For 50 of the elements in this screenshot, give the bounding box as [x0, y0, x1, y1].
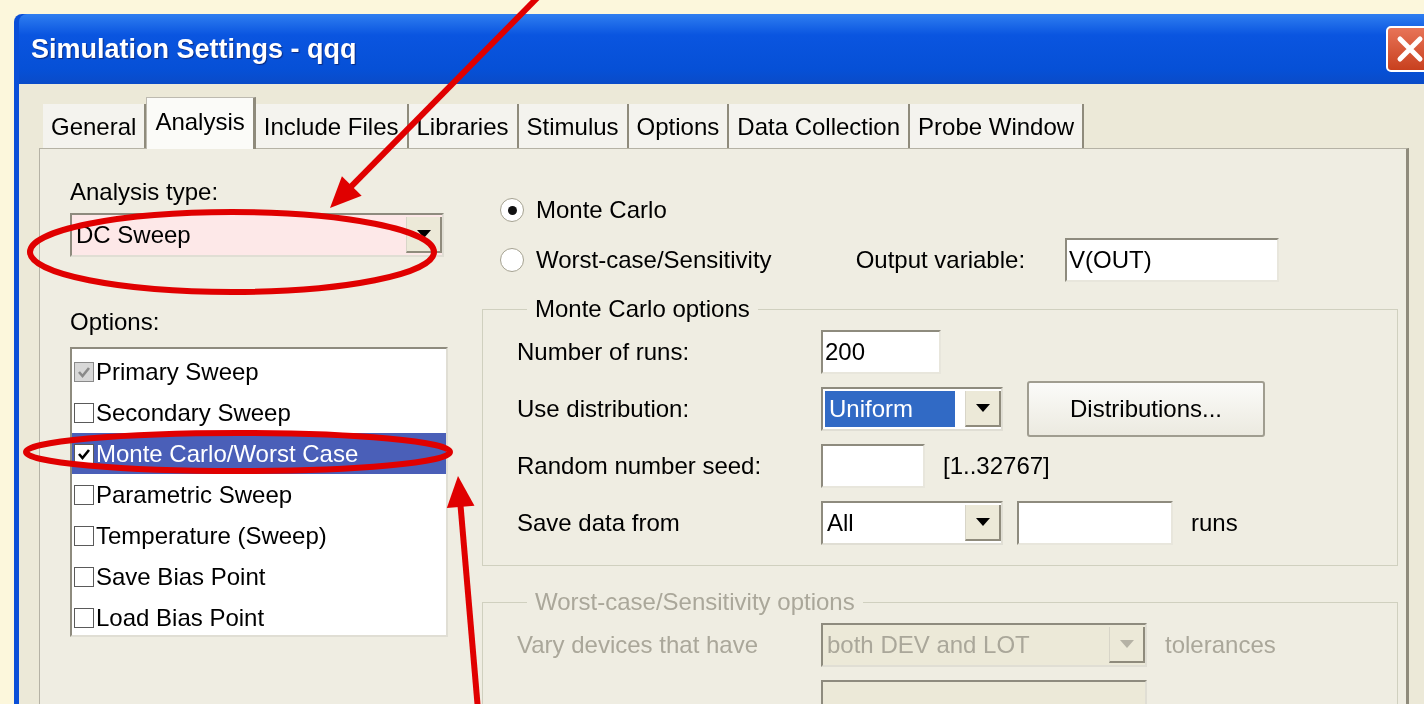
- field-label: Random number seed:: [517, 451, 763, 480]
- field-label: Use distribution:: [517, 394, 691, 423]
- field-label: Analysis type:: [70, 177, 219, 207]
- field-label: Save data from: [517, 508, 681, 537]
- option-item[interactable]: Load Bias Point: [72, 597, 446, 638]
- radio-button[interactable]: Monte Carlo: [500, 196, 667, 224]
- tab[interactable]: Include Files: [255, 104, 409, 148]
- checkbox[interactable]: [74, 402, 94, 423]
- runs-count-field[interactable]: [1017, 500, 1173, 545]
- field-label: Output variable:: [855, 246, 1026, 274]
- dropdown-arrow-icon: [975, 517, 990, 526]
- option-item[interactable]: Secondary Sweep: [72, 392, 446, 433]
- group-title: Monte Carlo options: [534, 295, 751, 323]
- tab[interactable]: Options: [628, 104, 730, 148]
- dropdown-arrow-icon: [975, 403, 990, 412]
- close-icon: [1395, 34, 1424, 64]
- tab[interactable]: Data Collection: [729, 104, 911, 148]
- radio-button[interactable]: Worst-case/Sensitivity: [500, 246, 772, 274]
- checkbox[interactable]: [74, 484, 94, 505]
- close-button[interactable]: [1386, 26, 1424, 72]
- radio-dot[interactable]: [500, 198, 524, 222]
- save-data-dropdown[interactable]: All: [821, 500, 1003, 545]
- distribution-dropdown[interactable]: Uniform: [821, 386, 1003, 431]
- checkbox[interactable]: [74, 607, 94, 628]
- tab[interactable]: Libraries: [408, 104, 519, 148]
- tab[interactable]: General: [43, 104, 147, 148]
- option-item[interactable]: Parametric Sweep: [72, 474, 446, 515]
- runs-field[interactable]: 200: [821, 329, 941, 374]
- option-item[interactable]: Temperature (Sweep): [72, 515, 446, 556]
- field-label: runs: [1191, 508, 1238, 537]
- dropdown-arrow-icon: [416, 230, 431, 238]
- checkbox[interactable]: [74, 566, 94, 587]
- output-variable-field[interactable]: V(OUT): [1065, 238, 1280, 282]
- radio-dot[interactable]: [500, 248, 524, 272]
- field-label: Options:: [70, 307, 160, 337]
- seed-field[interactable]: [821, 443, 925, 488]
- tab[interactable]: Probe Window: [910, 104, 1085, 148]
- field-label: Vary devices that have: [517, 630, 760, 659]
- group-title: Worst-case/Sensitivity options: [534, 588, 856, 616]
- checkbox[interactable]: [74, 443, 94, 464]
- distributions-button[interactable]: Distributions...: [1027, 380, 1265, 437]
- window-title: Simulation Settings - qqq: [31, 33, 357, 65]
- dropdown-arrow-icon: [1119, 639, 1134, 648]
- field-label: Number of runs:: [517, 337, 691, 366]
- tab[interactable]: Analysis: [146, 97, 256, 149]
- checkbox[interactable]: [74, 525, 94, 546]
- tab[interactable]: Stimulus: [518, 104, 629, 148]
- option-item[interactable]: Save Bias Point: [72, 556, 446, 597]
- range-hint: [1..32767]: [943, 451, 1050, 480]
- field-label: tolerances: [1165, 630, 1276, 659]
